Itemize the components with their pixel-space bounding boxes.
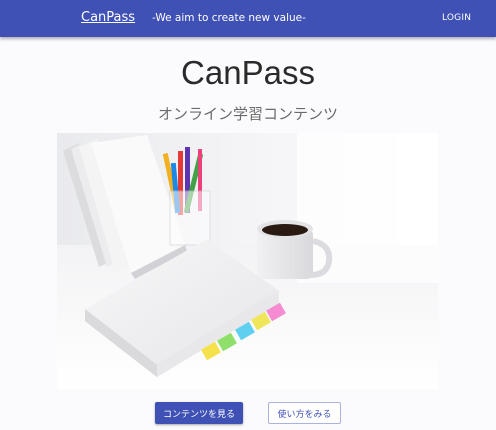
- app-root: CanPass -We aim to create new value- LOG…: [0, 0, 496, 430]
- how-to-use-button[interactable]: 使い方をみる: [268, 402, 341, 424]
- top-app-bar: CanPass -We aim to create new value- LOG…: [0, 0, 496, 37]
- brand-link[interactable]: CanPass: [81, 10, 135, 25]
- tagline-text: -We aim to create new value-: [152, 12, 306, 24]
- page-subtitle: オンライン学習コンテンツ: [157, 105, 338, 123]
- page-title: CanPass: [181, 54, 315, 91]
- desk-scene-illustration: [57, 133, 438, 389]
- login-button[interactable]: LOGIN: [442, 13, 471, 23]
- hero-photo: [57, 133, 438, 389]
- view-contents-button[interactable]: コンテンツを見る: [155, 402, 243, 424]
